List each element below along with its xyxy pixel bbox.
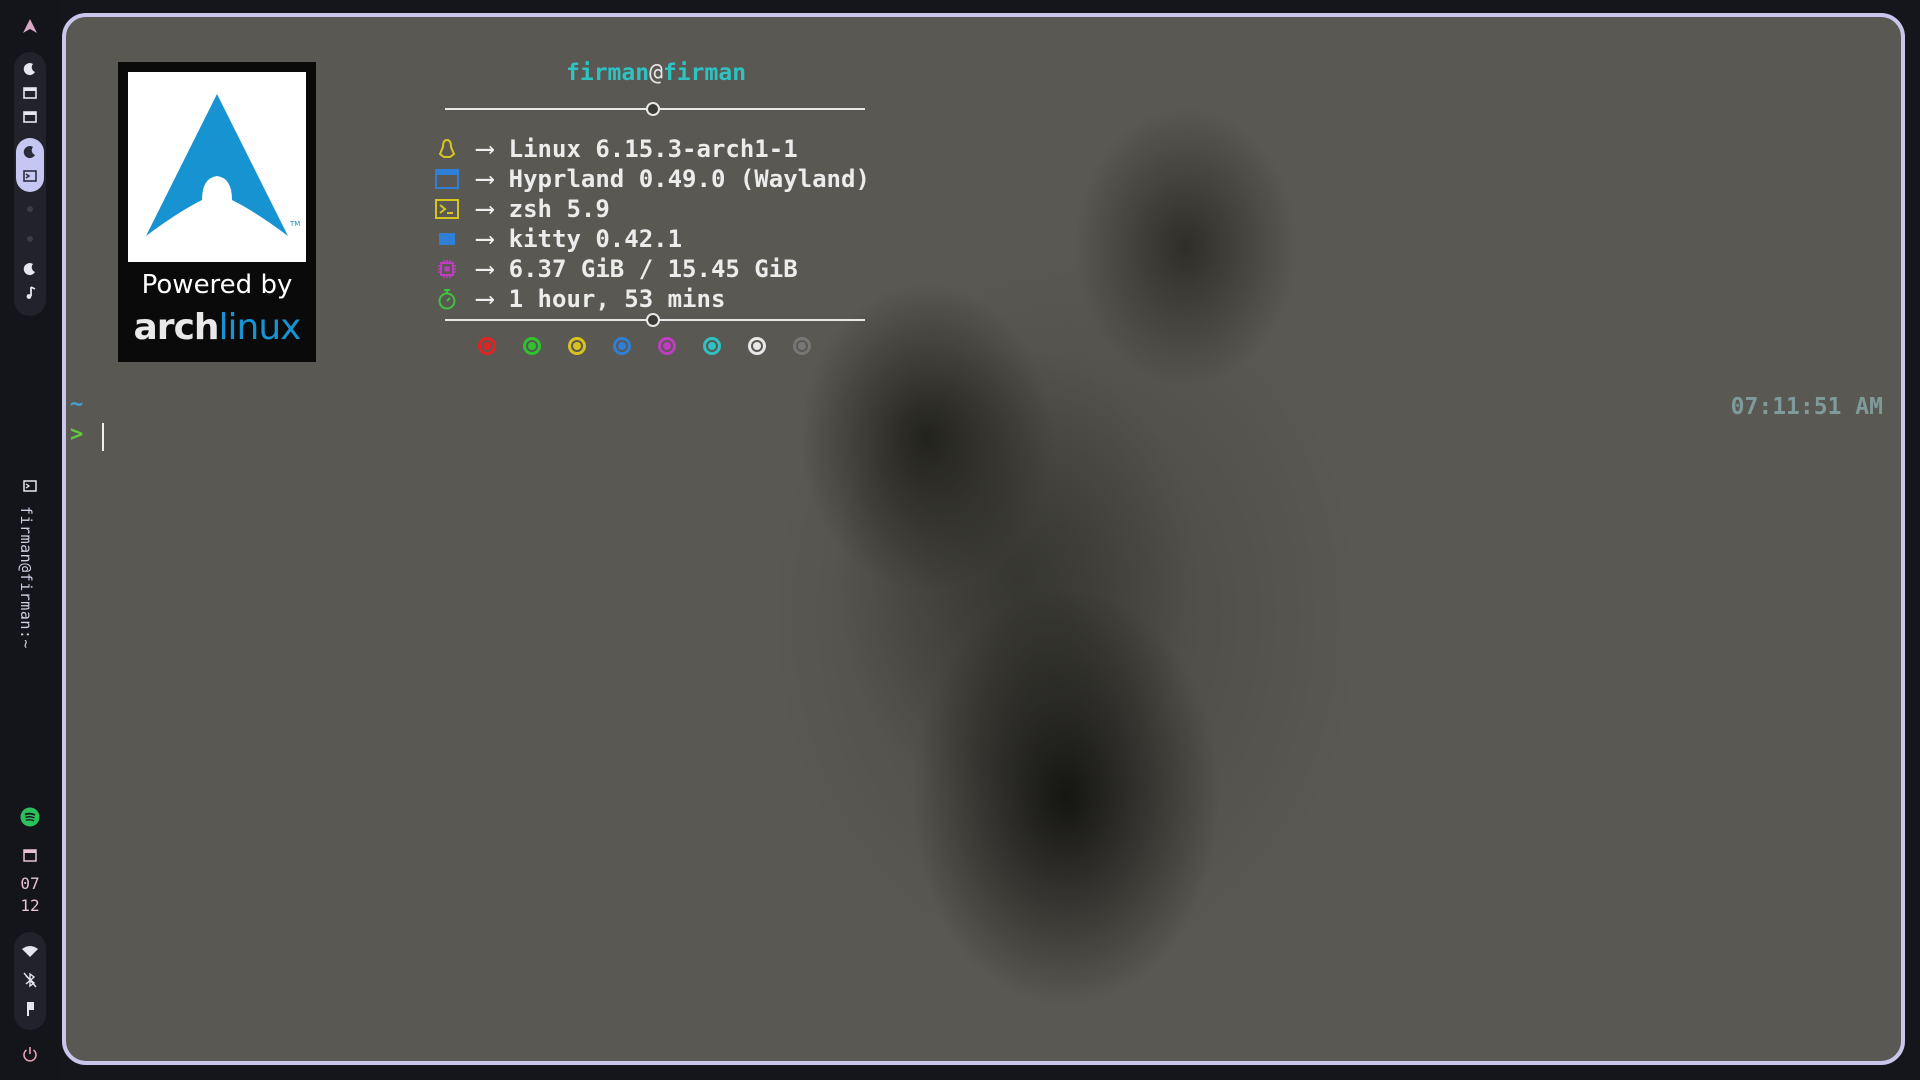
prompt-clock: 07:11:51 AM [1730,394,1883,420]
username: firman [566,60,650,86]
swatch-magenta [658,337,676,355]
prompt-symbol: > [70,422,84,447]
swatch-cyan [703,337,721,355]
prompt-directory: ~ [70,392,84,417]
shell-prompt-icon [432,195,462,223]
arch-linux-logo: TM Powered by archlinux [118,62,316,362]
terminal-value: kitty 0.42.1 [508,225,683,253]
active-window-title: firman@firman:~ [17,506,35,649]
moon-icon[interactable] [0,259,60,279]
bluetooth-off-icon[interactable] [0,970,60,990]
swatch-green [523,337,541,355]
info-row-memory: ⟶ 6.37 GiB / 15.45 GiB [432,254,798,284]
moon-icon[interactable] [0,59,60,79]
text-cursor[interactable] [102,423,104,451]
swatch-yellow [568,337,586,355]
spotify-icon[interactable] [0,806,60,828]
window-icon[interactable] [0,107,60,127]
window-manager-icon [432,165,462,193]
wifi-icon[interactable] [0,941,60,961]
logo-powered-text: Powered by [141,270,293,300]
shell-value: zsh 5.9 [508,195,610,223]
date-day: 12 [20,896,40,915]
arrow: ⟶ [477,284,493,314]
arch-logo-image: TM [128,72,306,262]
calendar-icon[interactable] [0,845,60,865]
swatch-gray [793,337,811,355]
terminal-app-icon [432,225,462,253]
logo-wordmark: archlinux [118,307,316,348]
window-icon[interactable] [0,83,60,103]
uptime-value: 1 hour, 53 mins [508,285,726,313]
moon-icon[interactable] [0,142,60,162]
memory-value: 6.37 GiB / 15.45 GiB [508,255,798,283]
svg-text:TM: TM [289,220,300,228]
info-row-terminal: ⟶ kitty 0.42.1 [432,224,683,254]
terminal-window[interactable]: TM Powered by archlinux firman@firman ⟶ … [62,13,1905,1065]
swatch-white [748,337,766,355]
arrow: ⟶ [477,254,493,284]
info-row-kernel: ⟶ Linux 6.15.3-arch1-1 [432,134,798,164]
hostname: firman [662,60,747,86]
separator-knob [646,313,660,327]
arrow: ⟶ [477,134,493,164]
date-month: 07 [20,874,40,893]
music-note-icon[interactable] [0,283,60,303]
workspace-dot[interactable] [27,236,33,242]
linux-tux-icon [432,135,462,163]
separator-knob [646,102,660,116]
arrow: ⟶ [477,194,493,224]
terminal-icon[interactable] [0,166,60,186]
terminal-icon [0,476,60,496]
arrow: ⟶ [477,224,493,254]
info-row-wm: ⟶ Hyprland 0.49.0 (Wayland) [432,164,870,194]
user-host: firman@firman [566,60,746,86]
sidebar: firman@firman:~ 07 12 [0,0,60,1080]
kernel-value: Linux 6.15.3-arch1-1 [508,135,798,163]
arrow: ⟶ [477,164,493,194]
memory-chip-icon [432,255,462,283]
wm-value: Hyprland 0.49.0 (Wayland) [508,165,870,193]
arch-logo-icon[interactable] [0,16,60,36]
swatch-red [478,337,496,355]
workspace-dot[interactable] [27,206,33,212]
at-sign: @ [649,60,663,86]
stopwatch-icon [432,285,462,313]
info-row-uptime: ⟶ 1 hour, 53 mins [432,284,726,314]
logo-word-linux: linux [218,307,302,348]
power-icon[interactable] [0,1044,60,1064]
logo-word-arch: arch [133,307,220,348]
swatch-blue [613,337,631,355]
info-row-shell: ⟶ zsh 5.9 [432,194,610,224]
pin-icon[interactable] [0,999,60,1019]
